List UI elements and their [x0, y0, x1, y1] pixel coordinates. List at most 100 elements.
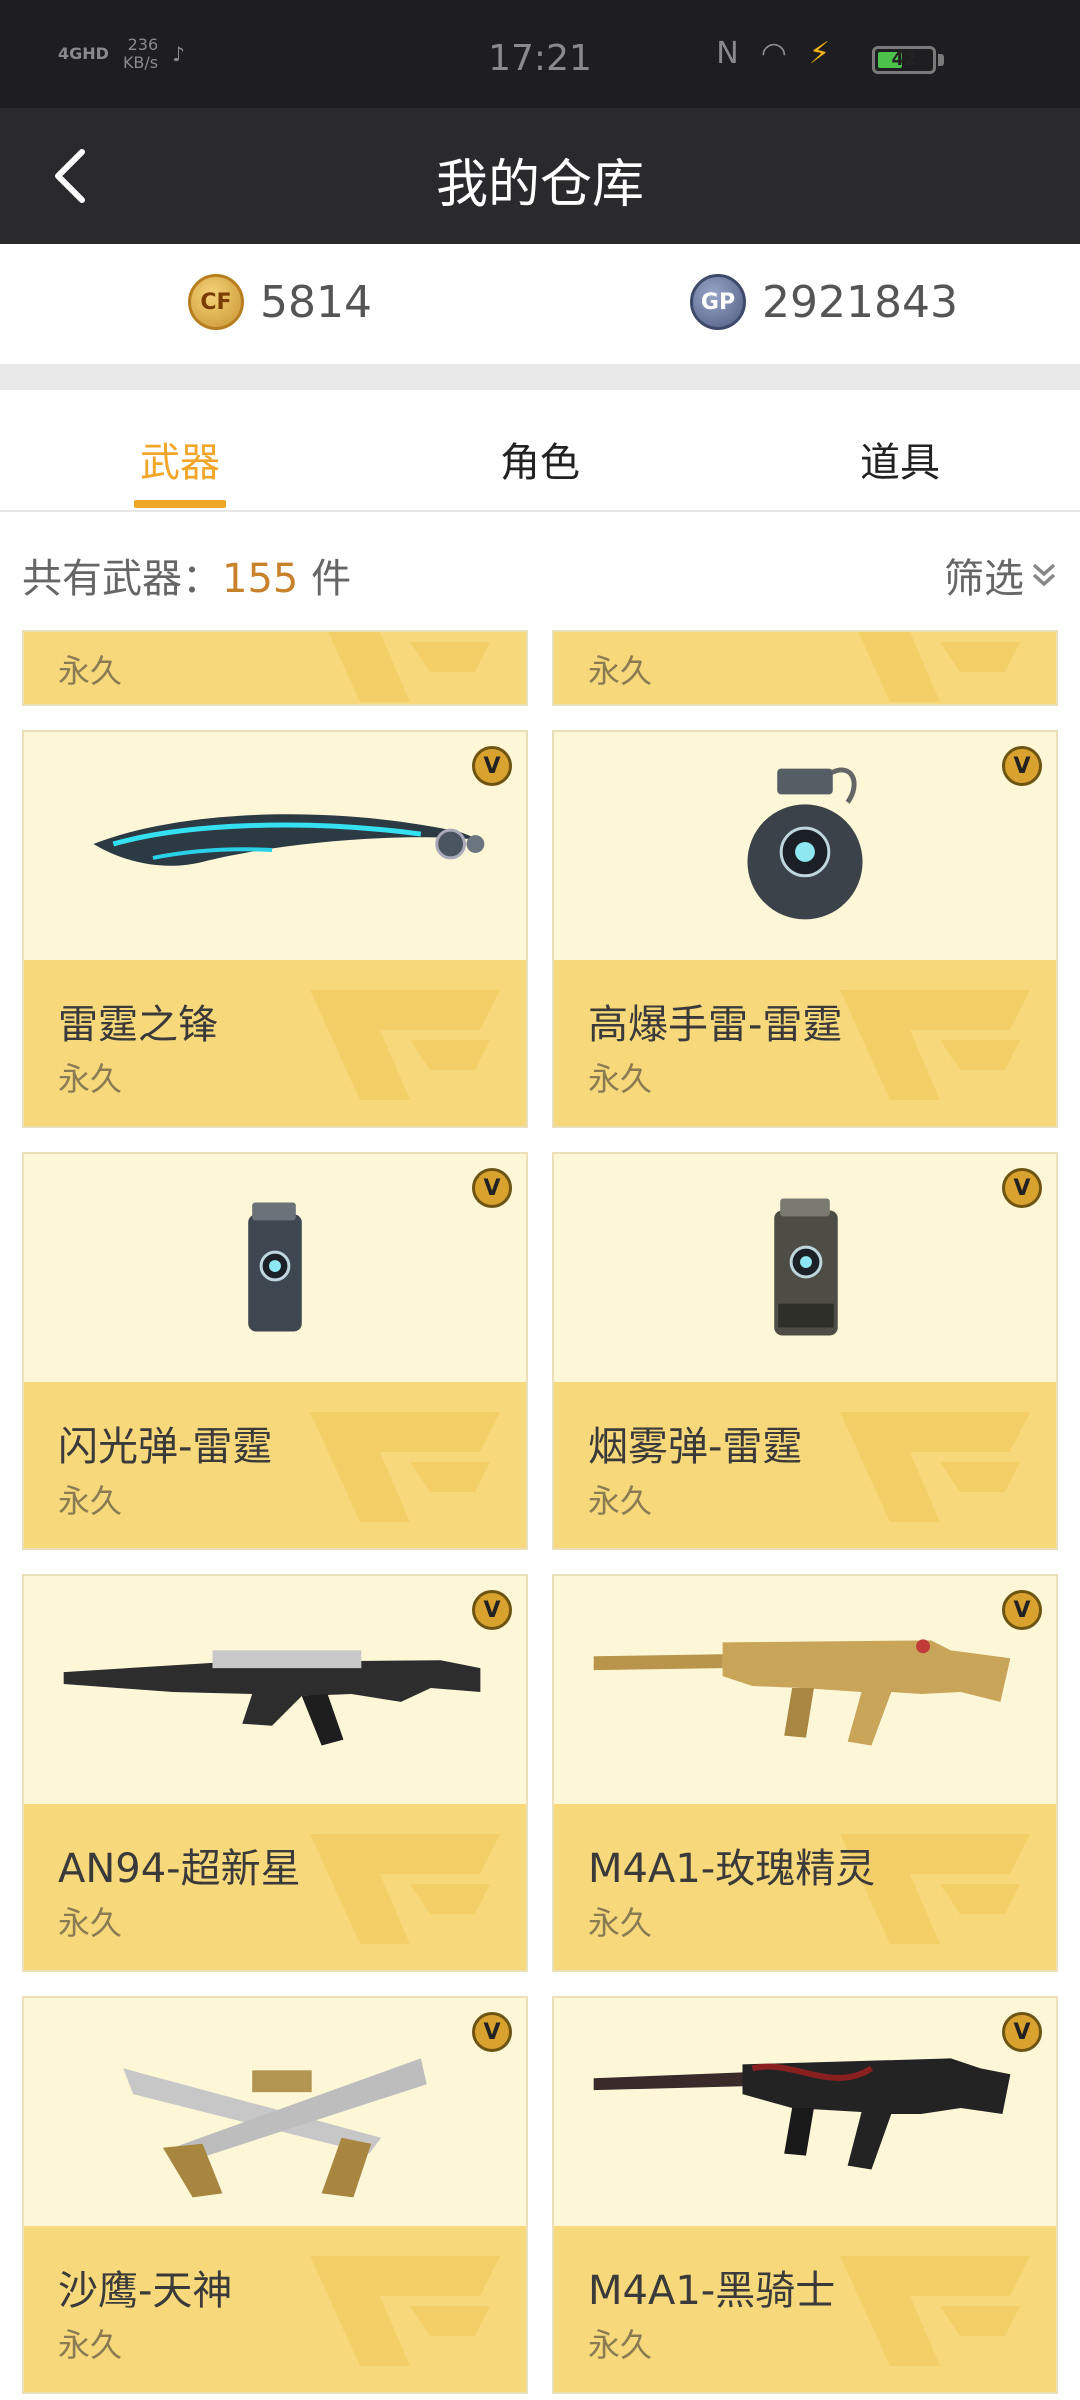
cf-logo-watermark-icon	[840, 990, 1030, 1100]
weapon-card[interactable]: V 沙鹰-天神 永久	[22, 1996, 528, 2394]
battery-cap	[938, 54, 944, 66]
assault-rifle-icon	[63, 1650, 481, 1746]
card-info: M4A1-玫瑰精灵 永久	[554, 1804, 1056, 1970]
page-title: 我的仓库	[435, 155, 644, 215]
filter-button[interactable]: 筛选	[944, 546, 1058, 604]
card-info: 烟雾弹-雷霆 永久	[554, 1382, 1056, 1548]
gp-coin-icon: GP	[690, 274, 746, 330]
active-tab-indicator	[134, 500, 226, 508]
section-divider	[0, 364, 1080, 390]
app-header: 我的仓库	[0, 108, 1080, 244]
vip-badge: V	[472, 1168, 512, 1208]
card-info: 永久	[24, 632, 526, 704]
weapon-count-label: 共有武器：	[22, 556, 222, 602]
tab-items[interactable]: 道具	[720, 430, 1080, 488]
card-info: 高爆手雷-雷霆 永久	[554, 960, 1056, 1126]
card-info: M4A1-黑骑士 永久	[554, 2226, 1056, 2392]
cf-logo-watermark-icon	[310, 1412, 500, 1522]
card-info: 雷霆之锋 永久	[24, 960, 526, 1126]
cf-logo-watermark-icon	[840, 1412, 1030, 1522]
card-name: 闪光弹-雷霆	[58, 1424, 273, 1470]
vip-badge: V	[472, 746, 512, 786]
card-name: 烟雾弹-雷霆	[588, 1424, 803, 1470]
weapon-card-partial[interactable]: 永久	[552, 630, 1058, 706]
tab-weapons[interactable]: 武器	[0, 430, 360, 488]
dual-pistols-icon	[123, 2058, 427, 2198]
card-info: 永久	[554, 632, 1056, 704]
vip-badge: V	[1002, 1168, 1042, 1208]
golden-rifle-icon	[593, 1639, 1011, 1746]
black-rifle-icon	[593, 2058, 1011, 2170]
card-duration: 永久	[58, 2326, 123, 2364]
vip-badge: V	[472, 2012, 512, 2052]
thunder-blade-knife-icon	[93, 814, 485, 866]
wifi-icon: ◠	[760, 36, 787, 71]
card-name: 高爆手雷-雷霆	[588, 1002, 843, 1048]
card-image: V	[554, 1576, 1056, 1804]
card-image: V	[554, 1154, 1056, 1382]
card-image: V	[24, 732, 526, 960]
weapon-card[interactable]: V 烟雾弹-雷霆 永久	[552, 1152, 1058, 1550]
card-name: 沙鹰-天神	[58, 2268, 233, 2314]
weapon-card[interactable]: V 高爆手雷-雷霆 永久	[552, 730, 1058, 1128]
weapon-card[interactable]: V 闪光弹-雷霆 永久	[22, 1152, 528, 1550]
vip-badge: V	[1002, 2012, 1042, 2052]
card-name: M4A1-黑骑士	[588, 2268, 836, 2314]
weapon-count-value: 155	[222, 556, 299, 602]
vip-badge: V	[1002, 1590, 1042, 1630]
card-info: 沙鹰-天神 永久	[24, 2226, 526, 2392]
weapon-card[interactable]: V M4A1-玫瑰精灵 永久	[552, 1574, 1058, 1972]
smoke-grenade-icon	[774, 1198, 838, 1336]
card-duration: 永久	[588, 1904, 653, 1942]
weapon-grid: 永久 永久 V 雷霆之锋 永久 V 高爆手雷-雷霆 永久 V 闪光弹-雷霆 永久…	[0, 630, 1080, 2400]
weapon-card[interactable]: V AN94-超新星 永久	[22, 1574, 528, 1972]
card-duration: 永久	[588, 1060, 653, 1098]
vip-badge: V	[1002, 746, 1042, 786]
cf-points-value: 5814	[260, 276, 372, 328]
summary-bar: 共有武器：155 件 筛选	[0, 512, 1080, 630]
weapon-card-partial[interactable]: 永久	[22, 630, 528, 706]
weapon-card[interactable]: V M4A1-黑骑士 永久	[552, 1996, 1058, 2394]
card-image: V	[24, 1154, 526, 1382]
cf-logo-watermark-icon	[310, 1834, 500, 1944]
tab-characters[interactable]: 角色	[360, 430, 720, 488]
card-info: AN94-超新星 永久	[24, 1804, 526, 1970]
card-image: V	[24, 1998, 526, 2226]
double-chevron-down-icon	[1032, 563, 1056, 587]
card-name: AN94-超新星	[58, 1846, 301, 1892]
card-image: V	[554, 732, 1056, 960]
status-right: N ◠ ⚡	[716, 36, 830, 71]
card-name: 雷霆之锋	[58, 1002, 218, 1048]
cf-logo-watermark-icon	[328, 632, 490, 702]
card-duration: 永久	[588, 2326, 653, 2364]
weapon-card[interactable]: V 雷霆之锋 永久	[22, 730, 528, 1128]
cf-logo-watermark-icon	[310, 2256, 500, 2366]
weapon-count-unit: 件	[298, 556, 352, 602]
charging-icon: ⚡	[808, 36, 830, 71]
status-bar: 4GHD 236 KB/s ♪ 17:21 N ◠ ⚡ 42	[0, 0, 1080, 108]
gp-points-value: 2921843	[762, 276, 958, 328]
card-image: V	[24, 1576, 526, 1804]
vip-badge: V	[472, 1590, 512, 1630]
card-info: 闪光弹-雷霆 永久	[24, 1382, 526, 1548]
cf-coin-icon: CF	[188, 274, 244, 330]
filter-label: 筛选	[944, 556, 1024, 602]
weapon-count: 共有武器：155 件	[22, 546, 351, 604]
card-image: V	[554, 1998, 1056, 2226]
card-duration: 永久	[58, 1060, 123, 1098]
currency-bar: CF 5814 GP 2921843	[0, 244, 1080, 364]
card-duration: 永久	[58, 652, 123, 690]
cf-points: CF 5814	[188, 274, 372, 330]
nfc-icon: N	[716, 36, 739, 71]
battery-icon: 42	[872, 46, 936, 74]
card-duration: 永久	[588, 652, 653, 690]
cf-logo-watermark-icon	[310, 990, 500, 1100]
card-duration: 永久	[58, 1482, 123, 1520]
card-name: M4A1-玫瑰精灵	[588, 1846, 876, 1892]
grenade-icon	[747, 767, 863, 920]
cf-logo-watermark-icon	[840, 2256, 1030, 2366]
card-duration: 永久	[588, 1482, 653, 1520]
category-tabs: 武器 角色 道具	[0, 390, 1080, 512]
battery-percent: 42	[891, 49, 917, 70]
gp-points: GP 2921843	[690, 274, 958, 330]
